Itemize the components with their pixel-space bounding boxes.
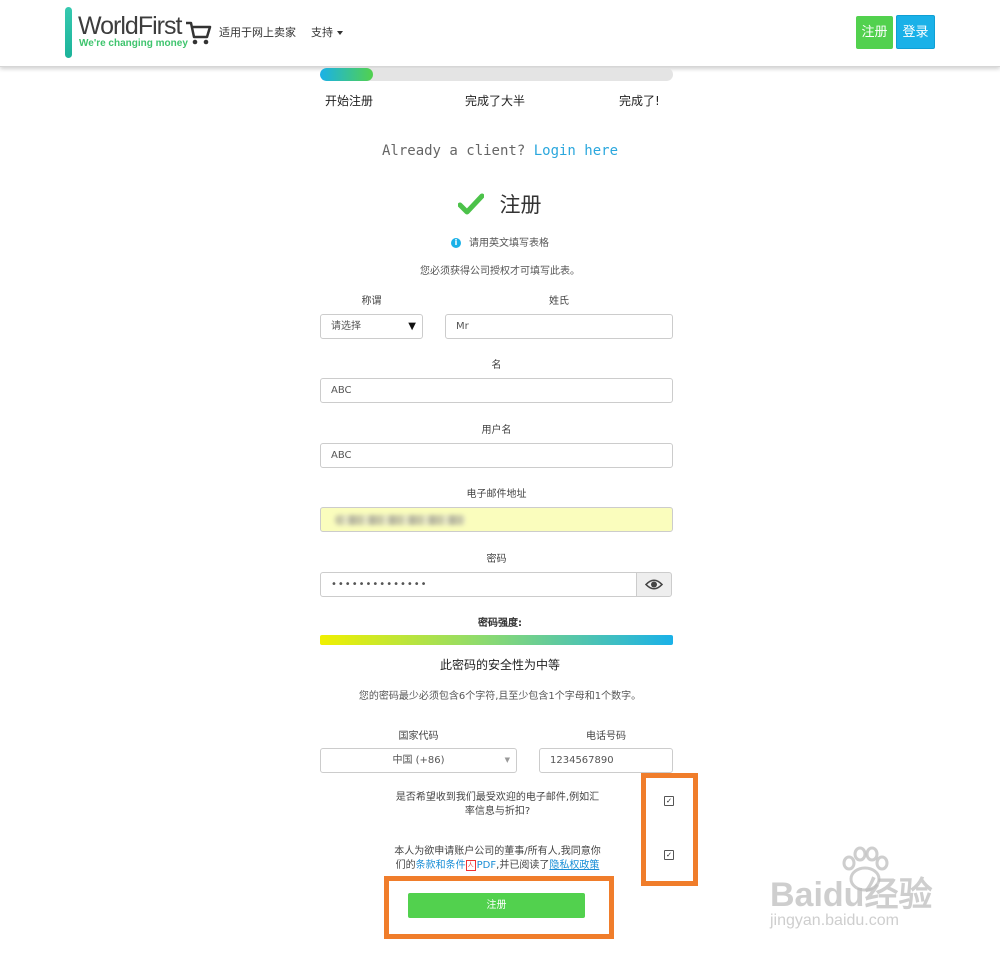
form-title: 注册: [499, 193, 542, 217]
country-code-select[interactable]: 中国 (+86) ▼: [320, 748, 517, 773]
password-input[interactable]: ••••••••••••••: [320, 572, 637, 597]
password-label: 密码: [486, 554, 507, 565]
newsletter-question: 是否希望收到我们最受欢迎的电子邮件,例如汇 率信息与折扣?: [380, 791, 615, 819]
nav-online-sellers[interactable]: 适用于网上卖家: [219, 24, 296, 40]
english-note-text: 请用英文填写表格: [469, 238, 549, 249]
password-rule: 您的密码最少必须包含6个字符,且至少包含1个字母和1个数字。: [358, 691, 642, 702]
terms-pdf-link[interactable]: PDF: [477, 860, 496, 871]
username-input[interactable]: ABC: [320, 443, 673, 468]
phone-label: 电话号码: [586, 731, 626, 742]
password-value: ••••••••••••••: [331, 579, 428, 590]
surname-value: Mr: [456, 321, 469, 332]
register-button[interactable]: 注册: [856, 16, 893, 49]
terms-mid: ,并已阅读了: [496, 860, 550, 871]
terms-link[interactable]: 条款和条件: [416, 860, 466, 871]
nav-support-label: 支持: [311, 26, 333, 39]
pdf-icon: 人: [465, 859, 476, 871]
logo-name[interactable]: WorldFirst: [78, 12, 182, 41]
phone-value: 1234567890: [550, 755, 614, 766]
login-here-link[interactable]: Login here: [534, 143, 618, 159]
cart-icon[interactable]: [184, 19, 212, 47]
privacy-policy-link[interactable]: 隐私权政策: [549, 860, 599, 871]
firstname-value: ABC: [331, 385, 352, 396]
progress-fill: [320, 68, 373, 81]
registration-progress-bar: [320, 68, 673, 81]
submit-highlight-box: [384, 876, 614, 939]
step-start: 开始注册: [325, 94, 374, 108]
logo-bar: [65, 7, 72, 58]
phone-input[interactable]: 1234567890: [539, 748, 673, 773]
select-arrow-icon: ▼: [408, 321, 416, 332]
top-navbar: WorldFirst We're changing money 适用于网上卖家 …: [0, 0, 1000, 67]
firstname-input[interactable]: ABC: [320, 378, 673, 403]
country-code-value: 中国 (+86): [392, 755, 445, 766]
email-label: 电子邮件地址: [466, 489, 527, 500]
terms-pre: 们的: [395, 860, 416, 871]
firstname-label: 名: [491, 360, 502, 371]
watermark-url: jingyan.baidu.com: [770, 912, 899, 929]
eye-icon: [644, 579, 664, 590]
login-button[interactable]: 登录: [896, 15, 935, 49]
password-strength-label: 密码强度:: [478, 618, 522, 629]
redacted-email: [335, 515, 465, 525]
salutation-value: 请选择: [331, 321, 361, 332]
step-done: 完成了!: [619, 94, 660, 108]
newsletter-line1: 是否希望收到我们最受欢迎的电子邮件,例如汇: [395, 792, 600, 803]
watermark-brand: Baidu经验: [770, 876, 933, 914]
checkmark-icon: [458, 193, 485, 215]
checkbox-highlight-box: [641, 773, 698, 886]
surname-input[interactable]: Mr: [445, 314, 673, 339]
authorization-note: 您必须获得公司授权才可填写此表。: [420, 266, 580, 277]
nav-support-dropdown[interactable]: 支持: [311, 24, 343, 40]
info-icon: i: [451, 238, 461, 248]
salutation-select[interactable]: 请选择 ▼: [320, 314, 423, 339]
terms-line1: 本人为欲申请账户公司的董事/所有人,我同意你: [394, 846, 601, 857]
select-arrow-icon: ▼: [504, 756, 510, 764]
email-input[interactable]: [320, 507, 673, 532]
username-label: 用户名: [481, 425, 512, 436]
salutation-label: 称谓: [361, 296, 382, 307]
already-client-text: Already a client?: [381, 143, 526, 159]
form-title-row: 注册: [0, 189, 1000, 219]
step-halfway: 完成了大半: [465, 94, 526, 108]
baidu-watermark: Baidu经验 jingyan.baidu.com: [765, 845, 985, 940]
newsletter-line2: 率信息与折扣?: [464, 806, 531, 817]
logo-tagline: We're changing money: [79, 38, 188, 49]
caret-down-icon: [337, 31, 343, 35]
already-client-prompt: Already a client? Login here: [0, 143, 1000, 159]
english-note: i 请用英文填写表格: [0, 234, 1000, 249]
username-value: ABC: [331, 450, 352, 461]
password-strength-meter: [320, 635, 673, 645]
password-strength-text: 此密码的安全性为中等: [439, 658, 560, 672]
terms-agreement: 本人为欲申请账户公司的董事/所有人,我同意你 们的条款和条件人 PDF,并已阅读了…: [380, 845, 615, 873]
country-code-label: 国家代码: [398, 731, 439, 742]
show-password-button[interactable]: [636, 572, 672, 597]
surname-label: 姓氏: [549, 296, 569, 307]
